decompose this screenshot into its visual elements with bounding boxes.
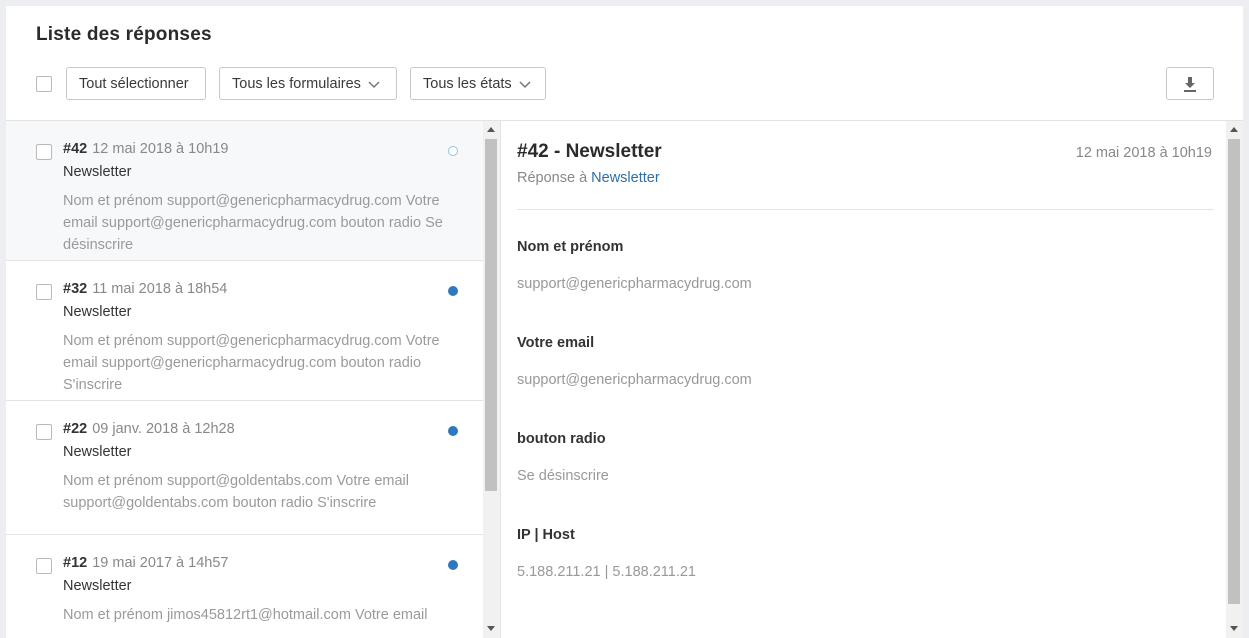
detail-subtitle: Réponse à Newsletter xyxy=(517,170,660,186)
list-item[interactable]: #32 11 mai 2018 à 18h54 Newsletter Nom et… xyxy=(6,261,483,401)
list-item[interactable]: #22 09 janv. 2018 à 12h28 Newsletter Nom … xyxy=(6,401,483,535)
item-date: 19 mai 2017 à 14h57 xyxy=(92,555,229,571)
states-filter-label: Tous les états xyxy=(423,75,512,92)
chevron-down-icon xyxy=(368,80,380,88)
responses-list: #42 12 mai 2018 à 10h19 Newsletter Nom et… xyxy=(6,121,483,638)
item-checkbox[interactable] xyxy=(36,144,52,160)
download-button[interactable] xyxy=(1166,67,1214,100)
field-value: 5.188.211.21 | 5.188.211.21 xyxy=(517,564,696,580)
scroll-up-icon[interactable] xyxy=(1230,127,1238,132)
field-label: bouton radio xyxy=(517,431,606,447)
item-form-name: Newsletter xyxy=(63,444,132,460)
list-scroll-thumb[interactable] xyxy=(485,139,497,491)
item-preview: Nom et prénom support@goldentabs.com Vot… xyxy=(63,473,409,511)
scroll-up-icon[interactable] xyxy=(487,127,495,132)
detail-scrollbar[interactable] xyxy=(1226,121,1243,638)
item-number: #42 xyxy=(63,141,88,157)
unread-status-indicator xyxy=(448,286,458,296)
select-all-button[interactable]: Tout sélectionner xyxy=(66,67,206,100)
field-value: support@genericpharmacydrug.com xyxy=(517,276,752,292)
states-filter-dropdown[interactable]: Tous les états xyxy=(410,67,546,100)
list-scrollbar[interactable] xyxy=(483,121,500,638)
item-preview: Nom et prénom jimos45812rt1@hotmail.com … xyxy=(63,607,428,623)
scroll-down-icon[interactable] xyxy=(1230,626,1238,631)
item-date: 09 janv. 2018 à 12h28 xyxy=(92,421,235,437)
scroll-down-icon[interactable] xyxy=(487,626,495,631)
download-icon xyxy=(1184,76,1196,92)
item-number: #22 xyxy=(63,421,88,437)
field-value: Se désinscrire xyxy=(517,468,609,484)
response-detail: #42 - Newsletter 12 mai 2018 à 10h19 Rép… xyxy=(500,121,1243,638)
item-number: #32 xyxy=(63,281,88,297)
page-title: Liste des réponses xyxy=(36,24,212,45)
item-form-name: Newsletter xyxy=(63,164,132,180)
item-preview: Nom et prénom support@genericpharmacydru… xyxy=(63,333,440,393)
list-item[interactable]: #42 12 mai 2018 à 10h19 Newsletter Nom et… xyxy=(6,121,483,261)
field-value: support@genericpharmacydrug.com xyxy=(517,372,752,388)
detail-scroll-thumb[interactable] xyxy=(1228,139,1240,604)
forms-filter-label: Tous les formulaires xyxy=(232,75,361,92)
detail-sub-prefix: Réponse à xyxy=(517,170,588,186)
field-label: IP | Host xyxy=(517,527,575,543)
form-link[interactable]: Newsletter xyxy=(591,170,660,186)
list-item[interactable]: #12 19 mai 2017 à 14h57 Newsletter Nom et… xyxy=(6,535,483,638)
item-date: 11 mai 2018 à 18h54 xyxy=(92,281,228,297)
unread-status-indicator xyxy=(448,426,458,436)
responses-panel: Liste des réponses Tout sélectionner Tou… xyxy=(6,6,1243,638)
detail-title: #42 - Newsletter xyxy=(517,141,662,162)
field-label: Votre email xyxy=(517,335,595,351)
item-number: #12 xyxy=(63,555,88,571)
select-all-label: Tout sélectionner xyxy=(79,75,189,92)
field-label: Nom et prénom xyxy=(517,239,624,255)
item-form-name: Newsletter xyxy=(63,304,132,320)
item-form-name: Newsletter xyxy=(63,578,132,594)
read-status-indicator xyxy=(448,146,458,156)
forms-filter-dropdown[interactable]: Tous les formulaires xyxy=(219,67,397,100)
item-date: 12 mai 2018 à 10h19 xyxy=(92,141,229,157)
toolbar: Tout sélectionner Tous les formulaires T… xyxy=(36,67,1214,101)
item-preview: Nom et prénom support@genericpharmacydru… xyxy=(63,193,443,253)
item-checkbox[interactable] xyxy=(36,424,52,440)
item-checkbox[interactable] xyxy=(36,284,52,300)
select-all-checkbox[interactable] xyxy=(36,76,52,92)
unread-status-indicator xyxy=(448,560,458,570)
chevron-down-icon xyxy=(519,80,531,88)
detail-date: 12 mai 2018 à 10h19 xyxy=(1075,145,1212,161)
item-checkbox[interactable] xyxy=(36,558,52,574)
detail-divider xyxy=(517,209,1214,210)
